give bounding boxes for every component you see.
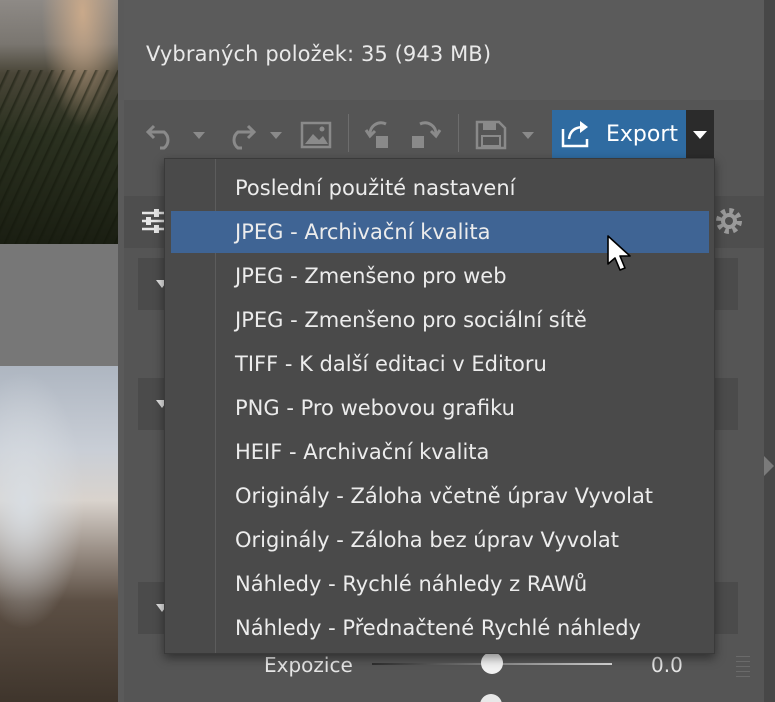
export-dropdown-toggle[interactable]: [686, 110, 714, 158]
photo-thumbnail-sky[interactable]: [0, 366, 118, 702]
app-window: Vybraných položek: 35 (943 MB) Export Ex…: [0, 0, 775, 702]
save-icon[interactable]: [474, 119, 508, 151]
export-preset-item[interactable]: JPEG - Zmenšeno pro sociální sítě: [171, 299, 709, 341]
image-icon[interactable]: [300, 120, 334, 150]
chevron-down-icon: [693, 131, 707, 139]
export-share-icon: [561, 121, 589, 148]
panel-collapse-edge[interactable]: [764, 0, 775, 702]
export-preset-menu: Poslední použité nastavení JPEG - Archiva…: [164, 158, 715, 654]
export-preset-item[interactable]: Poslední použité nastavení: [171, 167, 709, 209]
export-preset-item[interactable]: Náhledy - Přednačtené Rychlé náhledy: [171, 607, 709, 649]
export-preset-item[interactable]: TIFF - K další editaci v Editoru: [171, 343, 709, 385]
drag-grip-icon[interactable]: [736, 656, 750, 678]
photo-thumbnail-vineyard[interactable]: [0, 0, 118, 244]
rotate-left-icon[interactable]: [364, 118, 398, 152]
toolbar-separator: [458, 114, 459, 152]
export-button[interactable]: Export: [552, 110, 686, 158]
chevron-right-icon: [764, 456, 774, 476]
export-preset-item[interactable]: Náhledy - Rychlé náhledy z RAWů: [171, 563, 709, 605]
save-dropdown-caret[interactable]: [522, 132, 534, 139]
export-preset-item[interactable]: PNG - Pro webovou grafiku: [171, 387, 709, 429]
exposure-label: Expozice: [264, 653, 353, 677]
mouse-cursor-icon: [607, 235, 631, 271]
panel-header: Vybraných položek: 35 (943 MB): [124, 0, 764, 100]
undo-dropdown-caret[interactable]: [193, 132, 205, 139]
redo-dropdown-caret[interactable]: [270, 132, 282, 139]
exposure-slider-handle[interactable]: [481, 652, 503, 674]
export-button-label: Export: [606, 121, 679, 147]
rotate-right-icon[interactable]: [408, 118, 442, 152]
redo-icon[interactable]: [222, 120, 256, 150]
toolbar: Export: [124, 108, 764, 160]
thumbnail-strip: [0, 0, 118, 702]
toolbar-separator: [348, 114, 349, 152]
undo-icon[interactable]: [146, 120, 180, 150]
export-preset-item[interactable]: Originály - Záloha bez úprav Vyvolat: [171, 519, 709, 561]
gear-icon[interactable]: [712, 204, 746, 238]
export-preset-item[interactable]: Originály - Záloha včetně úprav Vyvolat: [171, 475, 709, 517]
export-preset-item[interactable]: HEIF - Archivační kvalita: [171, 431, 709, 473]
exposure-value[interactable]: 0.0: [651, 653, 683, 677]
selected-items-count: Vybraných položek: 35 (943 MB): [146, 42, 492, 66]
